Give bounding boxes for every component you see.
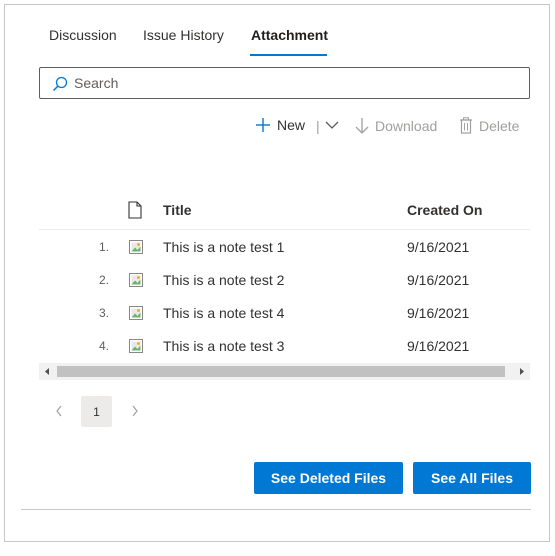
page-1-button[interactable]: 1 (81, 396, 112, 427)
table-row[interactable]: 3. This is a note test 4 9/16/2021 (39, 297, 530, 330)
row-created-on: 9/16/2021 (407, 305, 470, 321)
table-row[interactable]: 1. This is a note test 1 9/16/2021 (39, 231, 530, 264)
search-icon (52, 76, 68, 92)
download-icon (355, 118, 369, 134)
previous-page-icon[interactable] (55, 405, 63, 417)
search-input[interactable] (74, 72, 514, 94)
row-title[interactable]: This is a note test 4 (163, 305, 284, 321)
note-file-icon (129, 306, 143, 320)
trash-icon (460, 117, 472, 134)
scrollbar-thumb[interactable] (57, 366, 505, 377)
next-page-icon[interactable] (131, 405, 139, 417)
attachment-panel: Discussion Issue History Attachment New … (4, 4, 550, 542)
tab-bar: Discussion Issue History Attachment (5, 5, 549, 57)
horizontal-scrollbar[interactable] (39, 363, 530, 380)
grid-header: Title Created On (39, 197, 530, 230)
search-box[interactable] (39, 67, 530, 99)
toolbar-divider: | (316, 118, 320, 134)
grid-rows: 1. This is a note test 1 9/16/2021 2. Th… (39, 231, 530, 363)
tab-issue-history[interactable]: Issue History (143, 27, 224, 43)
plus-icon (256, 118, 270, 132)
row-title[interactable]: This is a note test 2 (163, 272, 284, 288)
row-number: 2. (98, 273, 109, 287)
row-created-on: 9/16/2021 (407, 272, 470, 288)
new-dropdown-button[interactable] (325, 117, 339, 133)
note-file-icon (129, 339, 143, 353)
row-created-on: 9/16/2021 (407, 338, 470, 354)
scroll-left-arrow-icon[interactable] (43, 367, 51, 376)
note-file-icon (129, 273, 143, 287)
column-header-title[interactable]: Title (163, 202, 192, 218)
scroll-right-arrow-icon[interactable] (518, 367, 526, 376)
column-header-created-on[interactable]: Created On (407, 202, 482, 218)
row-number: 1. (98, 240, 109, 254)
delete-button-label: Delete (479, 117, 520, 134)
tab-discussion[interactable]: Discussion (49, 27, 117, 43)
row-title[interactable]: This is a note test 1 (163, 239, 284, 255)
note-file-icon (129, 240, 143, 254)
row-number: 3. (98, 306, 109, 320)
chevron-down-icon (325, 121, 339, 129)
command-bar: New | Download Delete (5, 117, 549, 139)
new-button-label: New (277, 117, 306, 133)
footer-divider (21, 509, 531, 510)
download-button[interactable]: Download (355, 117, 437, 135)
delete-button[interactable]: Delete (459, 117, 519, 134)
row-created-on: 9/16/2021 (407, 239, 470, 255)
row-title[interactable]: This is a note test 3 (163, 338, 284, 354)
new-button[interactable]: New (255, 117, 305, 133)
table-row[interactable]: 4. This is a note test 3 9/16/2021 (39, 330, 530, 363)
download-button-label: Download (375, 118, 438, 134)
active-tab-indicator (250, 54, 327, 56)
row-number: 4. (98, 339, 109, 353)
see-all-files-button[interactable]: See All Files (413, 462, 531, 494)
see-deleted-files-button[interactable]: See Deleted Files (254, 462, 403, 494)
tab-attachment[interactable]: Attachment (251, 27, 328, 43)
table-row[interactable]: 2. This is a note test 2 9/16/2021 (39, 264, 530, 297)
file-type-header-icon[interactable] (128, 201, 142, 219)
